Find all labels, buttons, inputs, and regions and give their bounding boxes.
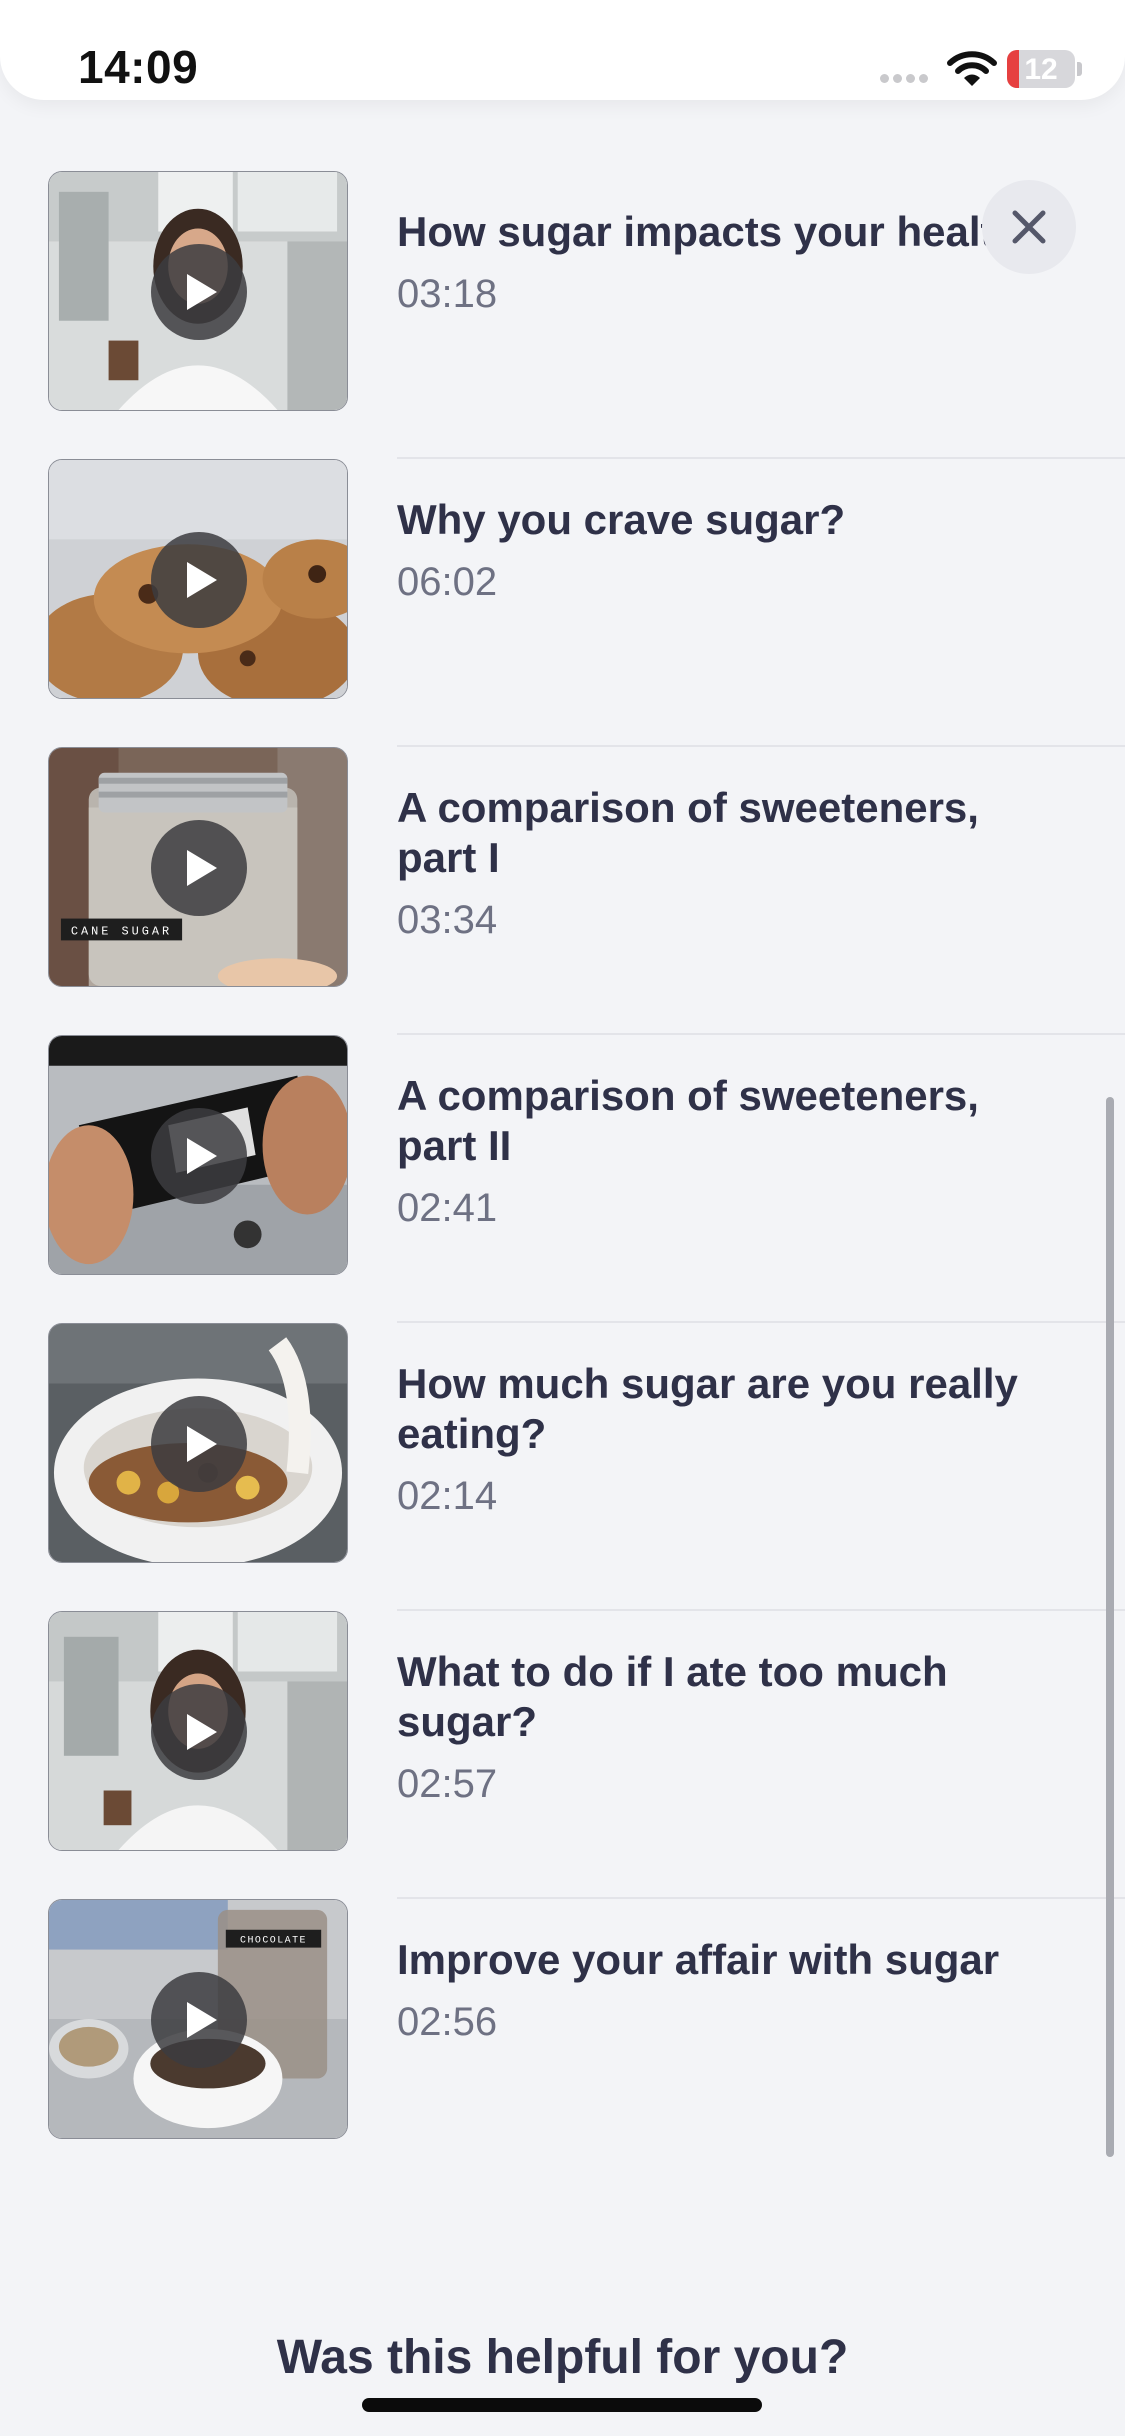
svg-text:CANE SUGAR: CANE SUGAR — [71, 924, 172, 938]
video-row[interactable]: Why you crave sugar? 06:02 — [0, 459, 1125, 747]
home-indicator[interactable] — [362, 2398, 762, 2412]
video-row[interactable]: A comparison of sweeteners, part II 02:4… — [0, 1035, 1125, 1323]
video-row[interactable]: How sugar impacts your health 03:18 — [0, 171, 1125, 459]
video-duration: 02:41 — [397, 1186, 498, 1230]
video-thumbnail: CHOCOLATE — [48, 1899, 348, 2139]
play-icon — [187, 1714, 217, 1750]
play-button[interactable] — [151, 1684, 247, 1780]
video-row[interactable]: How much sugar are you really eating? 02… — [0, 1323, 1125, 1611]
play-icon — [187, 274, 217, 310]
scrollbar[interactable] — [1106, 1097, 1114, 2157]
signal-dots-icon — [880, 74, 932, 84]
video-row[interactable]: CANE SUGAR A comparison of sweeteners, p… — [0, 747, 1125, 1035]
video-row[interactable]: What to do if I ate too much sugar? 02:5… — [0, 1611, 1125, 1899]
svg-text:CHOCOLATE: CHOCOLATE — [240, 1935, 307, 1946]
feedback-question: Was this helpful for you? — [276, 2331, 849, 2384]
video-thumbnail — [48, 1323, 348, 1563]
video-thumbnail — [48, 1611, 348, 1851]
play-button[interactable] — [151, 1108, 247, 1204]
video-duration: 03:34 — [397, 898, 498, 942]
video-duration: 02:14 — [397, 1474, 498, 1518]
play-button[interactable] — [151, 1396, 247, 1492]
video-duration: 03:18 — [397, 272, 498, 316]
video-thumbnail — [48, 171, 348, 411]
video-list: How sugar impacts your health 03:18 Why … — [0, 171, 1125, 2187]
play-button[interactable] — [151, 244, 247, 340]
video-title: How much sugar are you really eating? — [397, 1360, 1018, 1457]
battery-level: 12 — [1024, 53, 1058, 86]
play-button[interactable] — [151, 820, 247, 916]
video-duration: 02:57 — [397, 1762, 498, 1806]
video-thumbnail: CANE SUGAR — [48, 747, 348, 987]
play-icon — [187, 562, 217, 598]
video-title: A comparison of sweeteners, part II — [397, 1072, 979, 1169]
play-icon — [187, 2002, 217, 2038]
video-duration: 02:56 — [397, 2000, 498, 2044]
status-bar: 14:09 12 — [0, 0, 1125, 100]
video-title: A comparison of sweeteners, part I — [397, 784, 979, 881]
battery-icon: 12 — [1007, 50, 1075, 88]
wifi-icon — [947, 50, 997, 88]
video-title: Improve your affair with sugar — [397, 1936, 1000, 1983]
close-button[interactable] — [982, 180, 1076, 274]
play-button[interactable] — [151, 532, 247, 628]
close-icon — [1012, 210, 1046, 244]
play-icon — [187, 1426, 217, 1462]
play-icon — [187, 1138, 217, 1174]
status-time: 14:09 — [78, 41, 199, 93]
video-title: Why you crave sugar? — [397, 496, 846, 543]
video-row[interactable]: CHOCOLATE Improve your affair with sugar… — [0, 1899, 1125, 2187]
video-duration: 06:02 — [397, 560, 498, 604]
video-thumbnail — [48, 459, 348, 699]
video-title: What to do if I ate too much sugar? — [397, 1648, 948, 1745]
video-title: How sugar impacts your health — [397, 208, 1021, 255]
video-thumbnail — [48, 1035, 348, 1275]
play-button[interactable] — [151, 1972, 247, 2068]
play-icon — [187, 850, 217, 886]
